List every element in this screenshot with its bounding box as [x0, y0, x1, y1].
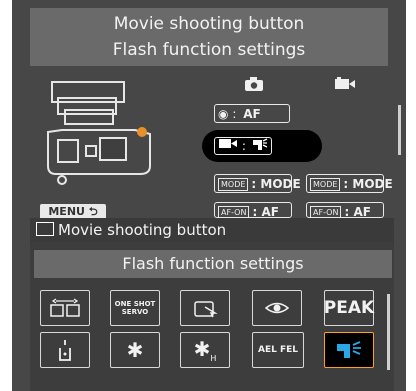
af-area-tile[interactable]: [40, 290, 90, 326]
af-on-setting-photo[interactable]: AF-ON: AF: [214, 202, 292, 218]
scrollbar[interactable]: [398, 105, 401, 155]
metering-icon: [59, 340, 71, 361]
fe-lock-tile[interactable]: ✱H: [180, 332, 230, 368]
camera-body-illustration: [47, 81, 151, 185]
eye-icon: [265, 302, 289, 314]
af-area-icon: [50, 298, 80, 317]
title-line-1: Movie shooting button: [113, 14, 305, 34]
metering-tile[interactable]: [40, 332, 90, 368]
mode-setting-photo[interactable]: MODE: MODE: [214, 174, 301, 193]
page-title: Movie shooting button Flash function set…: [30, 8, 388, 66]
movie-camera-icon: [334, 76, 356, 95]
movie-shooting-button-setting[interactable]: :: [214, 137, 272, 155]
movie-shooting-button-callout: Movie shooting button: [30, 218, 394, 242]
movie-button-icon: [218, 139, 242, 153]
camera-icon: [244, 76, 264, 96]
flash-function-panel: Flash function settings ONE SHOT SERVO P…: [30, 242, 394, 391]
title-line-2: Flash function settings: [112, 40, 306, 60]
shutter-dot: [137, 127, 147, 137]
asterisk-icon: ✱: [126, 338, 144, 362]
eye-af-setting[interactable]: ◉ : AF: [214, 104, 290, 123]
panel-title: Flash function settings: [34, 250, 392, 278]
af-point-tile[interactable]: [180, 290, 230, 326]
flash-function-icon: [252, 138, 268, 153]
ae-lock-tile[interactable]: ✱: [110, 332, 160, 368]
flash-function-icon: [337, 341, 361, 358]
flash-function-tile[interactable]: [324, 332, 374, 368]
mode-setting-movie[interactable]: MODE: MODE: [306, 174, 393, 193]
one-shot-servo-tile[interactable]: ONE SHOT SERVO: [110, 290, 160, 326]
asterisk-h-icon: ✱H: [193, 337, 217, 363]
movie-button-icon: [36, 222, 54, 236]
af-on-setting-movie[interactable]: AF-ON: AF: [306, 202, 384, 218]
panel-scrollbar[interactable]: [387, 294, 390, 370]
peak-tile[interactable]: PEAK: [324, 290, 374, 326]
af-point-icon: [194, 301, 218, 318]
ael-fel-tile[interactable]: AEL FEL: [252, 332, 304, 368]
eye-icon: ◉: [218, 107, 229, 121]
return-arrow-icon: ⮌: [88, 205, 98, 218]
eye-tile[interactable]: [252, 290, 302, 326]
